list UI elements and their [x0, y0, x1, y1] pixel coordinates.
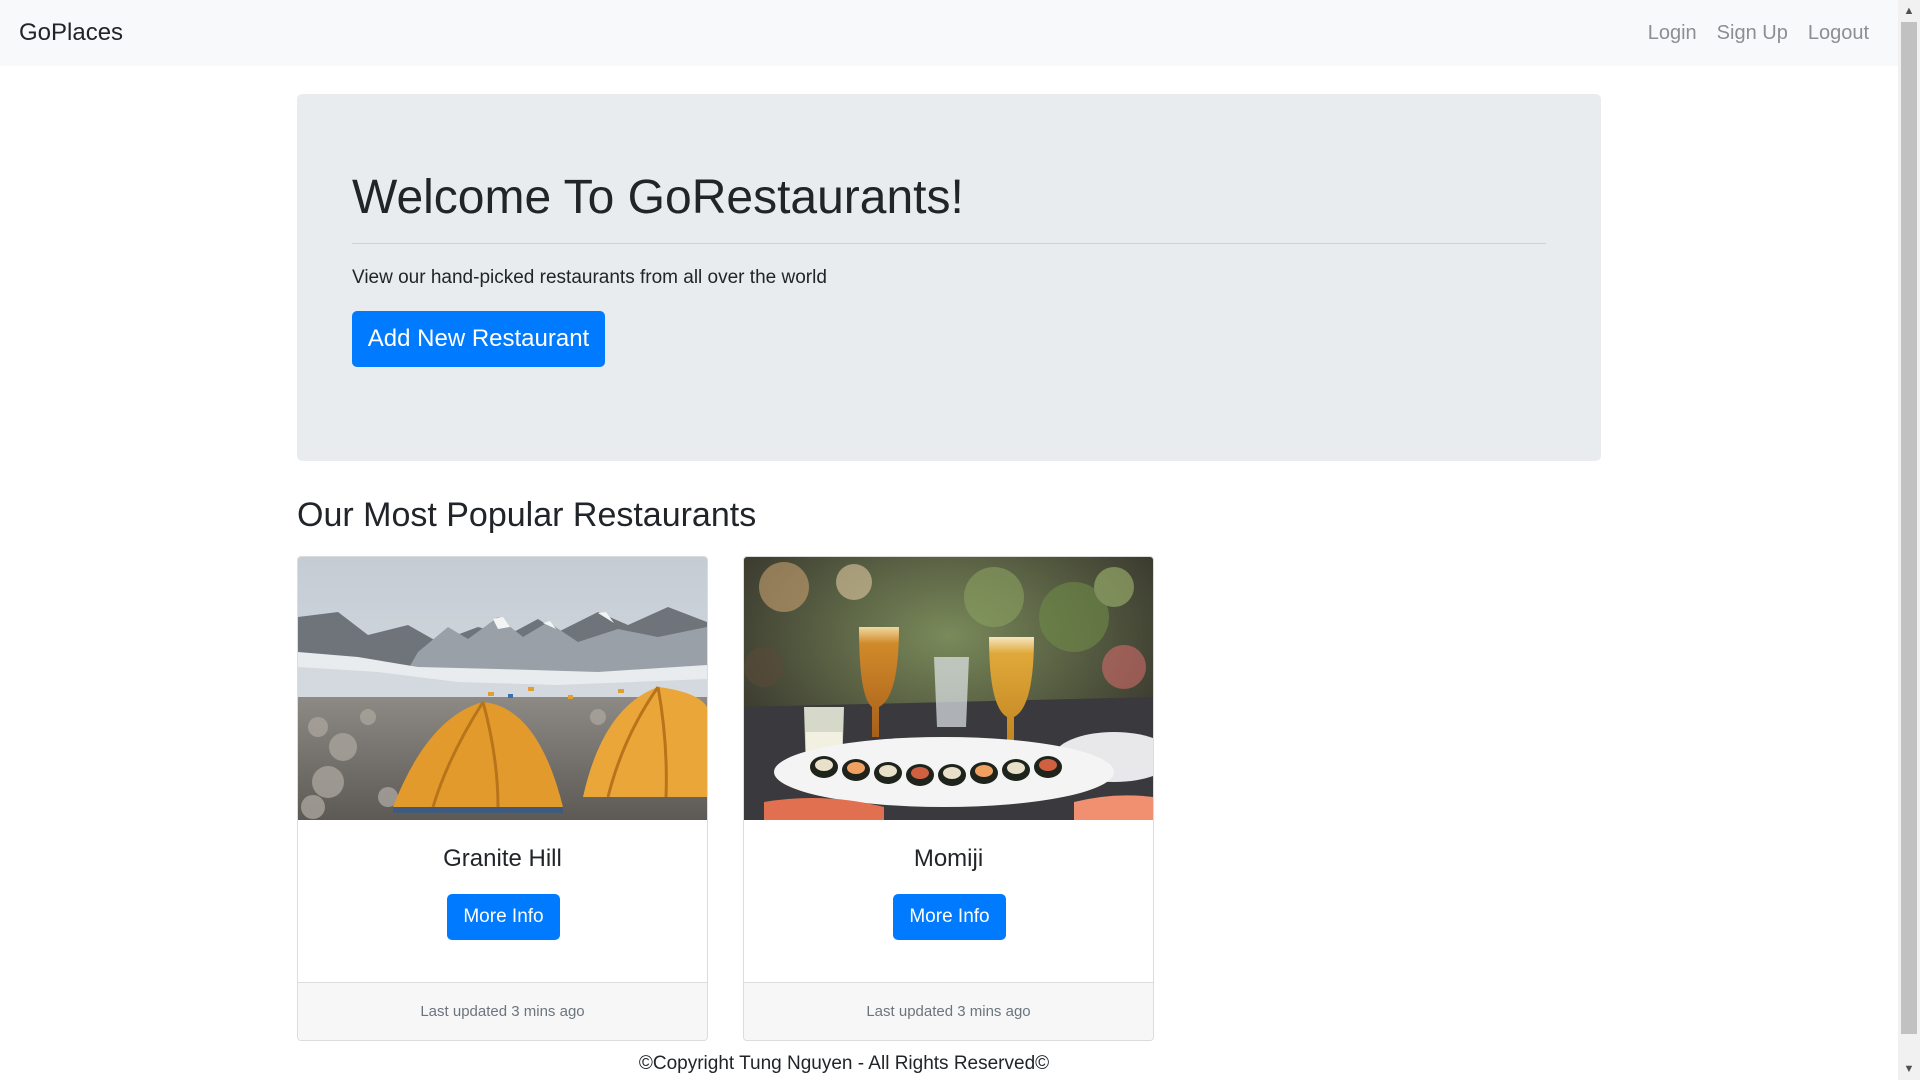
- restaurant-card: Granite Hill More Info Last updated 3 mi…: [297, 556, 708, 1041]
- scroll-thumb[interactable]: [1901, 22, 1917, 1034]
- card-title: Granite Hill: [443, 845, 562, 872]
- mountain-camp-photo-icon: [298, 557, 707, 820]
- navbar: GoPlaces Login Sign Up Logout: [0, 0, 1898, 66]
- more-info-button[interactable]: More Info: [447, 894, 560, 940]
- nav-logout-link[interactable]: Logout: [1798, 22, 1879, 45]
- scroll-down-arrow-icon[interactable]: ▼: [1898, 1058, 1920, 1080]
- more-info-button[interactable]: More Info: [893, 894, 1006, 940]
- page-title: Welcome To GoRestaurants!: [352, 171, 964, 224]
- vertical-scrollbar[interactable]: ▲ ▼: [1898, 0, 1920, 1080]
- nav-links: Login Sign Up Logout: [1638, 22, 1879, 45]
- last-updated-text: Last updated 3 mins ago: [420, 1003, 585, 1020]
- scroll-up-arrow-icon[interactable]: ▲: [1898, 0, 1920, 22]
- section-title: Our Most Popular Restaurants: [297, 496, 757, 534]
- nav-signup-link[interactable]: Sign Up: [1707, 22, 1798, 45]
- nav-login-link[interactable]: Login: [1638, 22, 1707, 45]
- brand-link[interactable]: GoPlaces: [19, 19, 123, 47]
- jumbotron: Welcome To GoRestaurants! View our hand-…: [297, 94, 1601, 461]
- restaurant-card: Momiji More Info Last updated 3 mins ago: [743, 556, 1154, 1041]
- last-updated-text: Last updated 3 mins ago: [866, 1003, 1031, 1020]
- card-footer: Last updated 3 mins ago: [744, 982, 1153, 1040]
- divider: [352, 243, 1546, 244]
- copyright-footer: ©Copyright Tung Nguyen - All Rights Rese…: [638, 1053, 1050, 1074]
- card-title: Momiji: [913, 845, 984, 872]
- sushi-drinks-photo-icon: [744, 557, 1153, 820]
- card-footer: Last updated 3 mins ago: [298, 982, 707, 1040]
- add-new-restaurant-button[interactable]: Add New Restaurant: [352, 311, 605, 367]
- lead-text: View our hand-picked restaurants from al…: [352, 267, 827, 288]
